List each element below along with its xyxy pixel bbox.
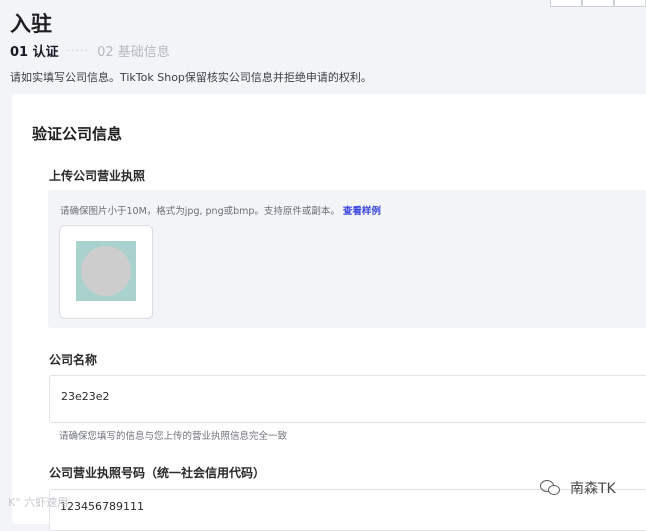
step-indicator: 01 认证 ····· 02 基础信息 — [10, 41, 170, 60]
license-upload-area[interactable]: 请确保图片小于10M，格式为jpg, png或bmp。支持原件或副本。 查看样例 — [48, 190, 646, 328]
upload-license-label: 上传公司营业执照 — [49, 169, 146, 183]
step-2: 02 基础信息 — [97, 45, 170, 60]
step-divider: ····· — [66, 44, 90, 57]
company-name-label: 公司名称 — [49, 353, 98, 367]
window-controls — [550, 0, 646, 7]
company-name-value: 23e23e2 — [61, 390, 110, 403]
verify-company-card: 验证公司信息 上传公司营业执照 请确保图片小于10M，格式为jpg, png或b… — [12, 94, 646, 531]
license-number-value: 123456789111 — [60, 500, 144, 513]
intro-text: 请如实填写公司信息。TikTok Shop保留核实公司信息并拒绝申请的权利。 — [10, 71, 372, 84]
upload-hint-text: 请确保图片小于10M，格式为jpg, png或bmp。支持原件或副本。 — [60, 206, 340, 217]
card-title: 验证公司信息 — [32, 125, 123, 143]
license-image-preview — [76, 241, 136, 301]
watermark-right-text: 南森TK — [570, 481, 616, 497]
page-title: 入驻 — [10, 12, 52, 36]
license-number-label: 公司营业执照号码（统一社会信用代码） — [49, 466, 266, 480]
view-sample-link[interactable]: 查看样例 — [343, 206, 381, 217]
company-name-helper: 请确保您填写的信息与您上传的营业执照信息完全一致 — [59, 431, 288, 442]
company-name-input[interactable]: 23e23e2 — [49, 375, 646, 423]
upload-hint: 请确保图片小于10M，格式为jpg, png或bmp。支持原件或副本。 查看样例 — [60, 203, 381, 217]
uploaded-license-thumbnail[interactable] — [59, 225, 153, 319]
watermark-right: 南森TK — [540, 478, 616, 498]
window-control-3[interactable] — [614, 0, 646, 7]
window-control-1[interactable] — [550, 0, 582, 7]
step-1: 01 认证 — [10, 45, 59, 60]
window-control-2[interactable] — [582, 0, 614, 7]
watermark-left: K° 六虾速用 — [8, 496, 69, 509]
wechat-icon — [540, 480, 562, 496]
